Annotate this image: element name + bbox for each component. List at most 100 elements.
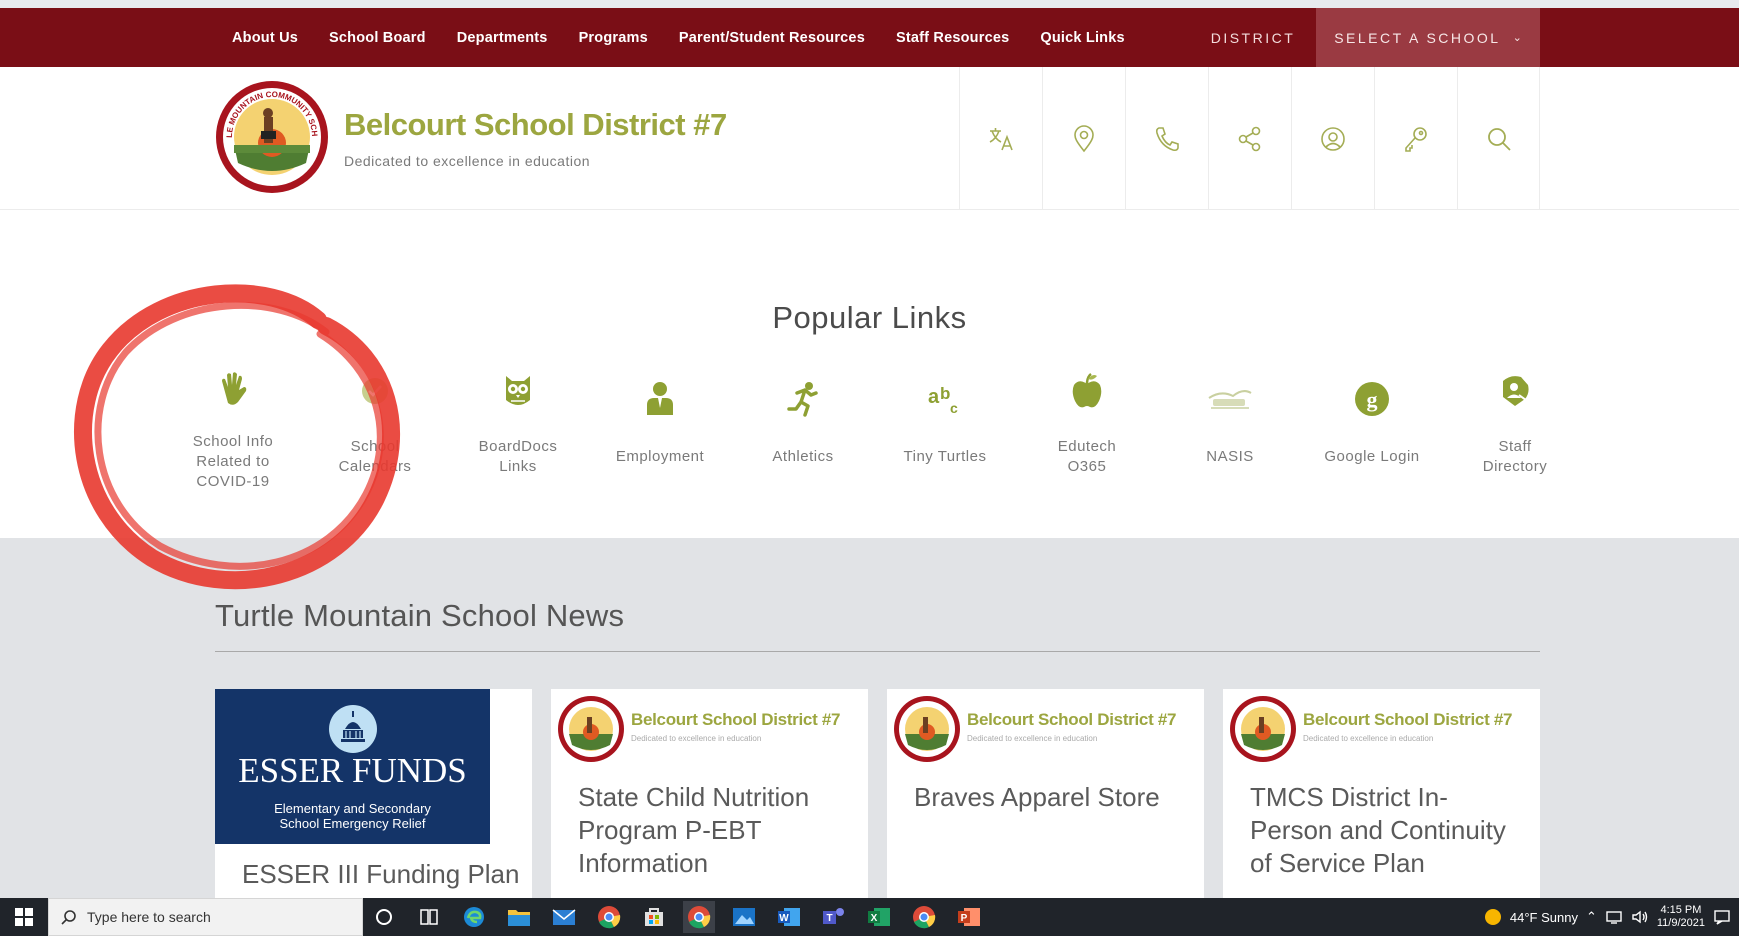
key-icon <box>1405 126 1427 152</box>
cortana-button[interactable] <box>368 901 400 933</box>
quicklink-google-login[interactable]: g Google Login <box>1301 366 1443 496</box>
card-logo-title: Belcourt School District #7 <box>631 710 841 729</box>
folder-icon <box>508 910 530 926</box>
district-logo[interactable]: TURTLE MOUNTAIN COMMUNITY SCHOOLS <box>214 79 330 195</box>
label-line: Links <box>499 458 537 475</box>
esser-banner-subtitle: Elementary and Secondary School Emergency… <box>215 801 490 831</box>
select-school-label: SELECT A SCHOOL <box>1334 29 1501 46</box>
news-card-nutrition[interactable]: Belcourt School District #7 Dedicated to… <box>551 689 868 898</box>
taskbar-app-photos[interactable] <box>728 901 760 933</box>
label-line: Related to <box>196 453 270 470</box>
taskbar-app-mail[interactable] <box>548 901 580 933</box>
quicklink-label: BoardDocs Links <box>447 437 589 477</box>
account-button[interactable] <box>1291 67 1374 210</box>
windows-taskbar: Type here to search W T X P 44°F Sunny ⌃ <box>0 898 1739 936</box>
quicklink-tiny-turtles[interactable]: abc Tiny Turtles <box>874 366 1016 496</box>
chrome-icon <box>688 906 711 929</box>
mail-icon <box>552 909 576 925</box>
menu-staff-resources[interactable]: Staff Resources <box>896 30 1009 46</box>
site-header: TURTLE MOUNTAIN COMMUNITY SCHOOLS Belcou… <box>0 67 1739 210</box>
quicklink-label: Employment <box>589 447 731 467</box>
quicklink-label: School Info Related to COVID-19 <box>162 432 304 492</box>
news-headline[interactable]: Braves Apparel Store <box>914 781 1160 814</box>
label-line: Athletics <box>772 448 834 465</box>
person-icon <box>635 374 685 424</box>
notifications-icon[interactable] <box>1713 908 1731 926</box>
sun-weather-icon <box>1484 909 1501 925</box>
chevron-up-icon[interactable]: ⌃ <box>1586 909 1597 925</box>
translate-button[interactable] <box>959 67 1042 210</box>
news-headline[interactable]: TMCS District In- Person and Continuity of… <box>1250 781 1506 880</box>
top-navigation: About Us School Board Departments Progra… <box>0 8 1739 67</box>
share-button[interactable] <box>1208 67 1291 210</box>
network-icon[interactable] <box>1605 909 1623 925</box>
news-headline[interactable]: ESSER III Funding Plan <box>242 858 519 891</box>
menu-quick-links[interactable]: Quick Links <box>1040 30 1124 46</box>
district-button[interactable]: DISTRICT <box>1190 8 1316 67</box>
login-button[interactable] <box>1374 67 1457 210</box>
quicklink-staff-directory[interactable]: Staff Directory <box>1444 366 1586 496</box>
label-line: BoardDocs <box>478 438 558 455</box>
quicklink-nasis[interactable]: NASIS <box>1159 366 1301 496</box>
volume-icon[interactable] <box>1631 909 1649 925</box>
taskbar-app-excel[interactable]: X <box>863 901 895 933</box>
start-button[interactable] <box>0 898 48 936</box>
quicklink-edutech-o365[interactable]: Edutech O365 <box>1016 366 1158 496</box>
clock-time: 4:15 PM <box>1660 904 1702 916</box>
chrome-icon <box>913 906 936 929</box>
headline-line: State Child Nutrition <box>578 782 810 812</box>
header-icon-bar <box>959 67 1540 210</box>
menu-programs[interactable]: Programs <box>579 30 648 46</box>
taskbar-app-word[interactable]: W <box>773 901 805 933</box>
menu-about-us[interactable]: About Us <box>232 30 298 46</box>
cortana-icon <box>376 909 392 925</box>
taskbar-app-powerpoint[interactable]: P <box>953 901 985 933</box>
capitol-icon <box>329 705 377 753</box>
runner-icon <box>778 374 828 424</box>
news-card-continuity-plan[interactable]: Belcourt School District #7 Dedicated to… <box>1223 689 1540 898</box>
location-pin-icon <box>1074 124 1094 152</box>
label-line: Staff <box>1498 438 1532 455</box>
menu-parent-student-resources[interactable]: Parent/Student Resources <box>679 30 865 46</box>
menu-school-board[interactable]: School Board <box>329 30 426 46</box>
main-menu: About Us School Board Departments Progra… <box>232 8 1125 67</box>
taskbar-app-edge[interactable] <box>458 901 490 933</box>
taskbar-app-file-explorer[interactable] <box>503 901 535 933</box>
select-school-dropdown[interactable]: SELECT A SCHOOL ⌄ <box>1316 8 1540 67</box>
popular-links: School Info Related to COVID-19 School Cale… <box>162 366 1586 496</box>
banner-sub-line: School Emergency Relief <box>279 816 426 831</box>
taskbar-app-teams[interactable]: T <box>818 901 850 933</box>
quicklink-covid-info[interactable]: School Info Related to COVID-19 <box>162 366 304 496</box>
taskbar-app-chrome-2[interactable] <box>908 901 940 933</box>
task-view-button[interactable] <box>413 901 445 933</box>
label-line: School Info <box>192 433 274 450</box>
popular-links-title: Popular Links <box>772 300 967 335</box>
quicklink-boarddocs[interactable]: BoardDocs Links <box>447 366 589 496</box>
search-button[interactable] <box>1457 67 1540 210</box>
location-button[interactable] <box>1042 67 1125 210</box>
phone-button[interactable] <box>1125 67 1208 210</box>
taskbar-clock[interactable]: 4:15 PM 11/9/2021 <box>1657 904 1705 930</box>
taskbar-app-store[interactable] <box>638 901 670 933</box>
news-card-esser[interactable]: ESSER FUNDS Elementary and Secondary Scho… <box>215 689 532 898</box>
hand-icon <box>208 364 258 414</box>
clock-date: 11/9/2021 <box>1656 917 1705 929</box>
search-icon <box>1487 127 1511 151</box>
powerpoint-icon: P <box>958 908 980 926</box>
quicklink-athletics[interactable]: Athletics <box>732 366 874 496</box>
site-title[interactable]: Belcourt School District #7 <box>344 107 727 143</box>
menu-departments[interactable]: Departments <box>457 30 548 46</box>
quicklink-school-calendars[interactable]: School Calendars <box>304 366 446 496</box>
headline-line: of Service Plan <box>1250 848 1425 878</box>
abc-icon: abc <box>920 374 970 424</box>
news-headline[interactable]: State Child Nutrition Program P-EBT Inform… <box>578 781 809 880</box>
weather-readout[interactable]: 44°F Sunny <box>1510 910 1578 925</box>
news-card-apparel[interactable]: Belcourt School District #7 Dedicated to… <box>887 689 1204 898</box>
taskbar-search-box[interactable]: Type here to search <box>48 898 363 936</box>
taskbar-app-chrome[interactable] <box>593 901 625 933</box>
taskbar-app-chrome-active[interactable] <box>683 901 715 933</box>
card-logo-tagline: Dedicated to excellence in education <box>967 734 1098 743</box>
translate-icon <box>989 127 1013 150</box>
quicklink-employment[interactable]: Employment <box>589 366 731 496</box>
card-logo-tagline: Dedicated to excellence in education <box>631 734 762 743</box>
